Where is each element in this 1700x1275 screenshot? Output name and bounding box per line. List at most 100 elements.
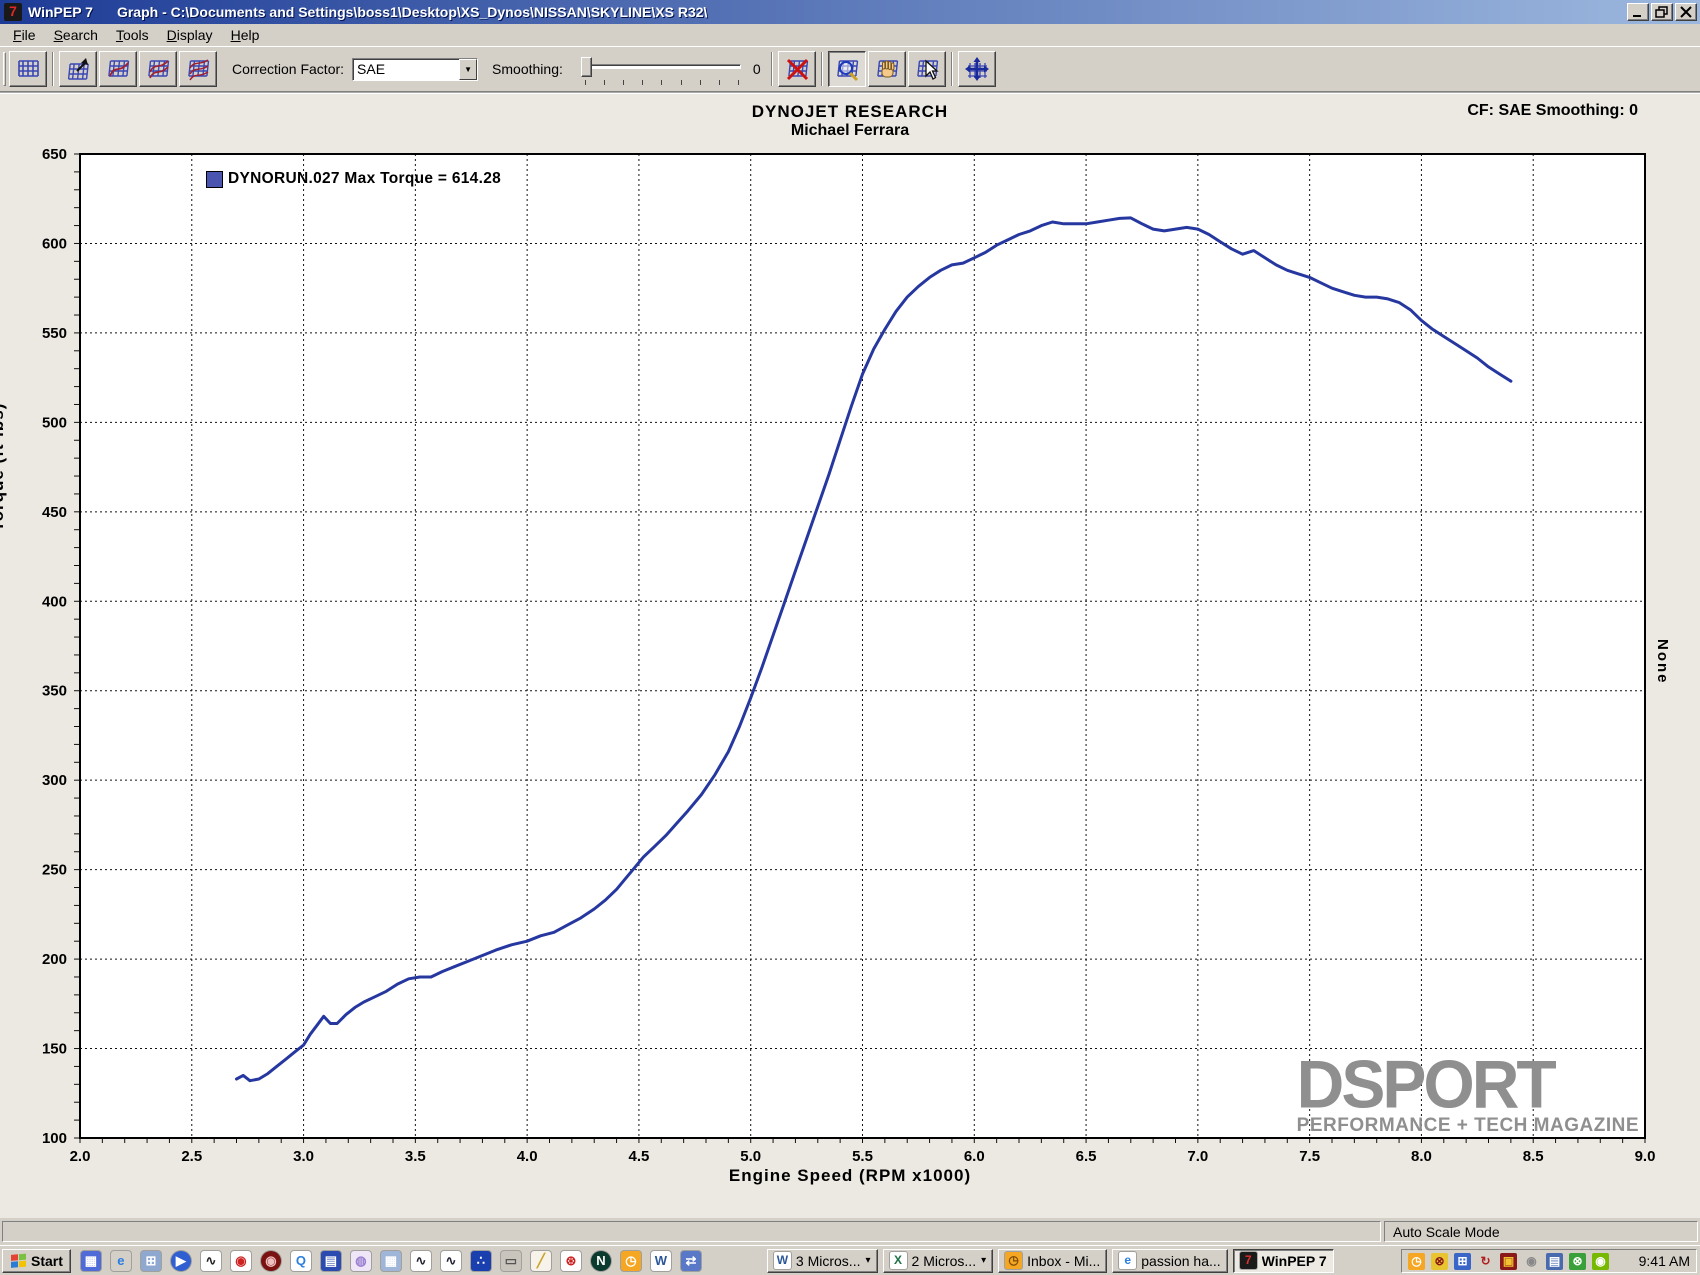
window-title: Graph - C:\Documents and Settings\boss1\… [116,4,708,20]
svg-text:3.5: 3.5 [405,1148,426,1165]
toolbar-separator [950,52,953,86]
task-excel-dropdown[interactable]: ▾ [981,1255,986,1266]
graph-multi-runs-button[interactable] [179,51,217,87]
tray-volume-icon[interactable]: ◉ [1523,1252,1540,1270]
task-word-button[interactable]: W3 Micros... ▾ [766,1248,878,1273]
chart-subtitle: Michael Ferrara [790,122,910,139]
combo-dropdown-button[interactable]: ▼ [459,58,478,80]
grid-hand-icon [876,60,898,78]
graph-zoom-button[interactable] [827,51,866,87]
task-word-icon: W [773,1252,791,1269]
windows-logo-icon [11,1253,26,1268]
tray-network-icon[interactable]: ⊞ [1454,1252,1471,1270]
tray-outlook-clock-icon[interactable]: ◷ [1408,1252,1425,1270]
tray-display-icon[interactable]: ▤ [1546,1252,1563,1270]
quick-starfield-icon[interactable]: ∴ [470,1250,491,1271]
table-view-button[interactable] [9,51,47,87]
quick-tv-out-icon[interactable]: ▤ [320,1250,341,1271]
quick-cd-burn-icon[interactable]: ◍ [350,1250,371,1271]
correction-smoothing-note: CF: SAE Smoothing: 0 [1467,102,1638,119]
quick-dyno-graph-icon[interactable]: ∿ [200,1250,221,1271]
plot-area[interactable]: 2.0 2.5 3.0 3.5 4.0 4.5 5.0 5.5 6.0 6.5 7.0 7.5 8.0 8… [42,146,1655,1165]
graph-overlay-runs-button[interactable] [139,51,177,87]
task-outlook-inbox-button[interactable]: ◷ Inbox - Mi... [998,1248,1108,1273]
svg-text:150: 150 [42,1041,67,1058]
chart-title: DYNOJET RESEARCH [751,102,949,121]
chevron-down-icon: ▼ [464,64,472,74]
quick-scanner-icon[interactable]: ▭ [500,1250,521,1271]
graph-pan-button[interactable] [867,51,906,87]
quick-dyno-graph3-icon[interactable]: ∿ [440,1250,461,1271]
svg-text:6.5: 6.5 [1076,1148,1097,1165]
task-excel-label: 2 Micros... [911,1252,977,1269]
torque-chart: 2.0 2.5 3.0 3.5 4.0 4.5 5.0 5.5 6.0 6.5 7.0 7.5 8.0 8… [42,146,1655,1165]
task-ie-passion-button[interactable]: e passion ha... [1112,1248,1228,1273]
tray-lan-disabled-icon[interactable]: ⊗ [1569,1252,1586,1270]
quick-gauge-icon[interactable]: ◉ [230,1250,251,1271]
svg-text:7.5: 7.5 [1299,1148,1320,1165]
close-icon [1680,6,1692,18]
quick-netscape-icon[interactable]: N [590,1250,611,1271]
smoothing-slider[interactable] [577,52,747,86]
quick-app-grid-icon[interactable]: ▦ [80,1250,101,1271]
tray-device-warning-icon[interactable]: ▣ [1500,1252,1517,1270]
menu-item-help[interactable]: Help [222,25,269,45]
app-name: WinPEP 7 [28,4,93,20]
menu-item-display[interactable]: Display [158,25,222,45]
y-axis-title: Torque (ft-lbs) [0,402,7,532]
correction-factor-select[interactable]: SAE ▼ [352,57,479,81]
tray-nvidia-icon[interactable]: ◉ [1592,1252,1609,1270]
taskbar: Start ▦ e ⊞ ▶ ∿ ◉ ◉ Q ▤ ◍ ▦ ∿ ∿ ∴ ▭ ╱ ⊛ N ◷ W ⇄ W3 Micros...… [0,1245,1700,1275]
tray-alert-icon[interactable]: ⊗ [1431,1252,1448,1270]
close-button[interactable] [1675,3,1697,21]
quick-calculator-icon[interactable]: ▦ [380,1250,401,1271]
toolbar-separator [820,52,823,86]
task-ie-passion-label: passion ha... [1141,1252,1221,1269]
task-word-label: 3 Micros... [795,1252,861,1269]
watermark-line1: DSPORT [1296,1046,1557,1122]
grid-three-curves-icon [188,59,210,81]
quick-word-icon[interactable]: W [650,1250,671,1271]
menu-item-file[interactable]: File [4,25,45,45]
graph-delete-button[interactable] [777,51,816,87]
graph-export-button[interactable] [59,51,97,87]
quick-web-red-icon[interactable]: ⊛ [560,1250,581,1271]
quick-outlook-icon[interactable]: ◷ [620,1250,641,1271]
graph-move-axes-button[interactable] [957,51,996,87]
taskbar-clock: 9:41 AM [1638,1253,1690,1269]
quick-media-player-icon[interactable]: ▶ [170,1250,191,1271]
slider-thumb[interactable] [580,57,592,77]
quick-quicktime-icon[interactable]: Q [290,1250,311,1271]
task-word-dropdown[interactable]: ▾ [865,1255,870,1266]
toolbar: Correction Factor: SAE ▼ Smoothing: 0 [0,46,1700,92]
task-excel-button[interactable]: X2 Micros... ▾ [882,1248,994,1273]
minimize-button[interactable] [1627,3,1649,21]
tray-sync-icon[interactable]: ↻ [1477,1252,1494,1270]
toolbar-separator [770,52,773,86]
graph-select-button[interactable] [907,51,946,87]
quick-dvd-player-icon[interactable]: ◉ [260,1250,281,1271]
legend-label: DYNORUN.027 Max Torque = 614.28 [228,170,502,187]
quick-folder-icon[interactable]: ⊞ [140,1250,161,1271]
grid-arrow-icon [67,58,89,80]
slider-track [582,64,741,69]
start-button[interactable]: Start [2,1248,71,1273]
task-buttons: W3 Micros... ▾ X 2 Micros... ▾ ◷ Inbox - Mi...… [766,1248,1334,1273]
right-axis-label: None [1654,639,1671,685]
quick-pencil-icon[interactable]: ╱ [530,1250,551,1271]
menu-item-tools[interactable]: Tools [107,25,158,45]
data-grid-icon [18,60,39,77]
menu-item-search[interactable]: Search [45,25,107,45]
task-ie-passion-icon: e [1119,1252,1137,1269]
grid-red-x-icon [786,58,808,81]
task-winpep7-button[interactable]: 7 WinPEP 7 [1232,1248,1334,1273]
quick-sync-icon[interactable]: ⇄ [680,1250,701,1271]
quick-dyno-graph2-icon[interactable]: ∿ [410,1250,431,1271]
quick-internet-explorer-icon[interactable]: e [110,1250,131,1271]
minimize-icon [1633,15,1641,17]
restore-button[interactable] [1651,3,1673,21]
svg-text:8.5: 8.5 [1523,1148,1544,1165]
legend-swatch [206,170,223,188]
graph-single-run-button[interactable] [99,51,137,87]
x-axis-title: Engine Speed (RPM x1000) [728,1166,972,1185]
